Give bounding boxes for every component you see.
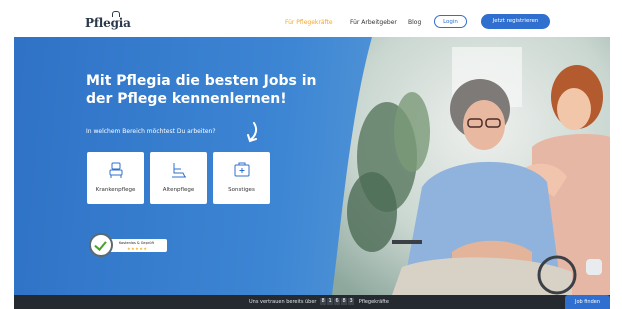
logo-text: Pflegia <box>85 16 131 30</box>
counter-digit: 6 <box>334 298 341 305</box>
trust-text: Uns vertrauen bereits über 81683 Pflegek… <box>249 298 389 305</box>
nurse-counter: 81683 <box>320 298 355 305</box>
wheelchair-icon <box>172 163 186 178</box>
register-button[interactable]: Jetzt registrieren <box>481 14 550 29</box>
badge-text: Kostenlos & Geprüft <box>119 241 155 245</box>
page: Pflegia Für Pflegekräfte Für Arbeitgeber… <box>0 0 622 309</box>
checkmark-seal-icon <box>89 233 113 257</box>
hero-title: Mit Pflegia die besten Jobs in der Pfleg… <box>86 73 317 107</box>
counter-digit: 1 <box>327 298 334 305</box>
nav-fuer-arbeitgeber[interactable]: Für Arbeitgeber <box>350 19 397 26</box>
login-button[interactable]: Login <box>434 15 467 28</box>
trust-suffix: Pflegekräfte <box>358 299 389 305</box>
counter-digit: 8 <box>341 298 348 305</box>
trust-badge: Kostenlos & Geprüft ★★★★★ <box>89 233 169 257</box>
category-label: Krankenpflege <box>95 187 136 193</box>
nav-fuer-pflegekraefte[interactable]: Für Pflegekräfte <box>285 19 333 26</box>
star-rating: ★★★★★ <box>127 246 148 251</box>
category-label: Altenpflege <box>162 187 195 193</box>
pflegia-logo[interactable]: Pflegia <box>85 11 131 30</box>
category-card-altenpflege[interactable]: Altenpflege <box>150 152 207 204</box>
medical-kit-icon <box>234 162 250 177</box>
counter-digit: 3 <box>348 298 355 305</box>
hero-photo <box>332 37 610 295</box>
trust-bar: Uns vertrauen bereits über 81683 Pflegek… <box>14 295 610 309</box>
counter-digit: 8 <box>320 298 327 305</box>
job-finden-button[interactable]: Job finden <box>565 295 610 309</box>
chat-widget-icon[interactable] <box>586 259 602 275</box>
category-card-sonstiges[interactable]: Sonstiges <box>213 152 270 204</box>
trust-prefix: Uns vertrauen bereits über <box>249 299 317 305</box>
category-label: Sonstiges <box>228 187 255 193</box>
curved-arrow-icon <box>247 122 258 143</box>
hero-subtitle: In welchem Bereich möchtest Du arbeiten? <box>86 128 216 135</box>
nurse-hat-icon <box>112 11 120 17</box>
hospital-bed-icon <box>109 162 123 178</box>
badge-pill: Kostenlos & Geprüft ★★★★★ <box>109 239 167 252</box>
nav-blog[interactable]: Blog <box>408 19 421 26</box>
site-header: Pflegia Für Pflegekräfte Für Arbeitgeber… <box>14 10 610 37</box>
category-card-krankenpflege[interactable]: Krankenpflege <box>87 152 144 204</box>
hero-section: Mit Pflegia die besten Jobs in der Pfleg… <box>14 37 610 295</box>
